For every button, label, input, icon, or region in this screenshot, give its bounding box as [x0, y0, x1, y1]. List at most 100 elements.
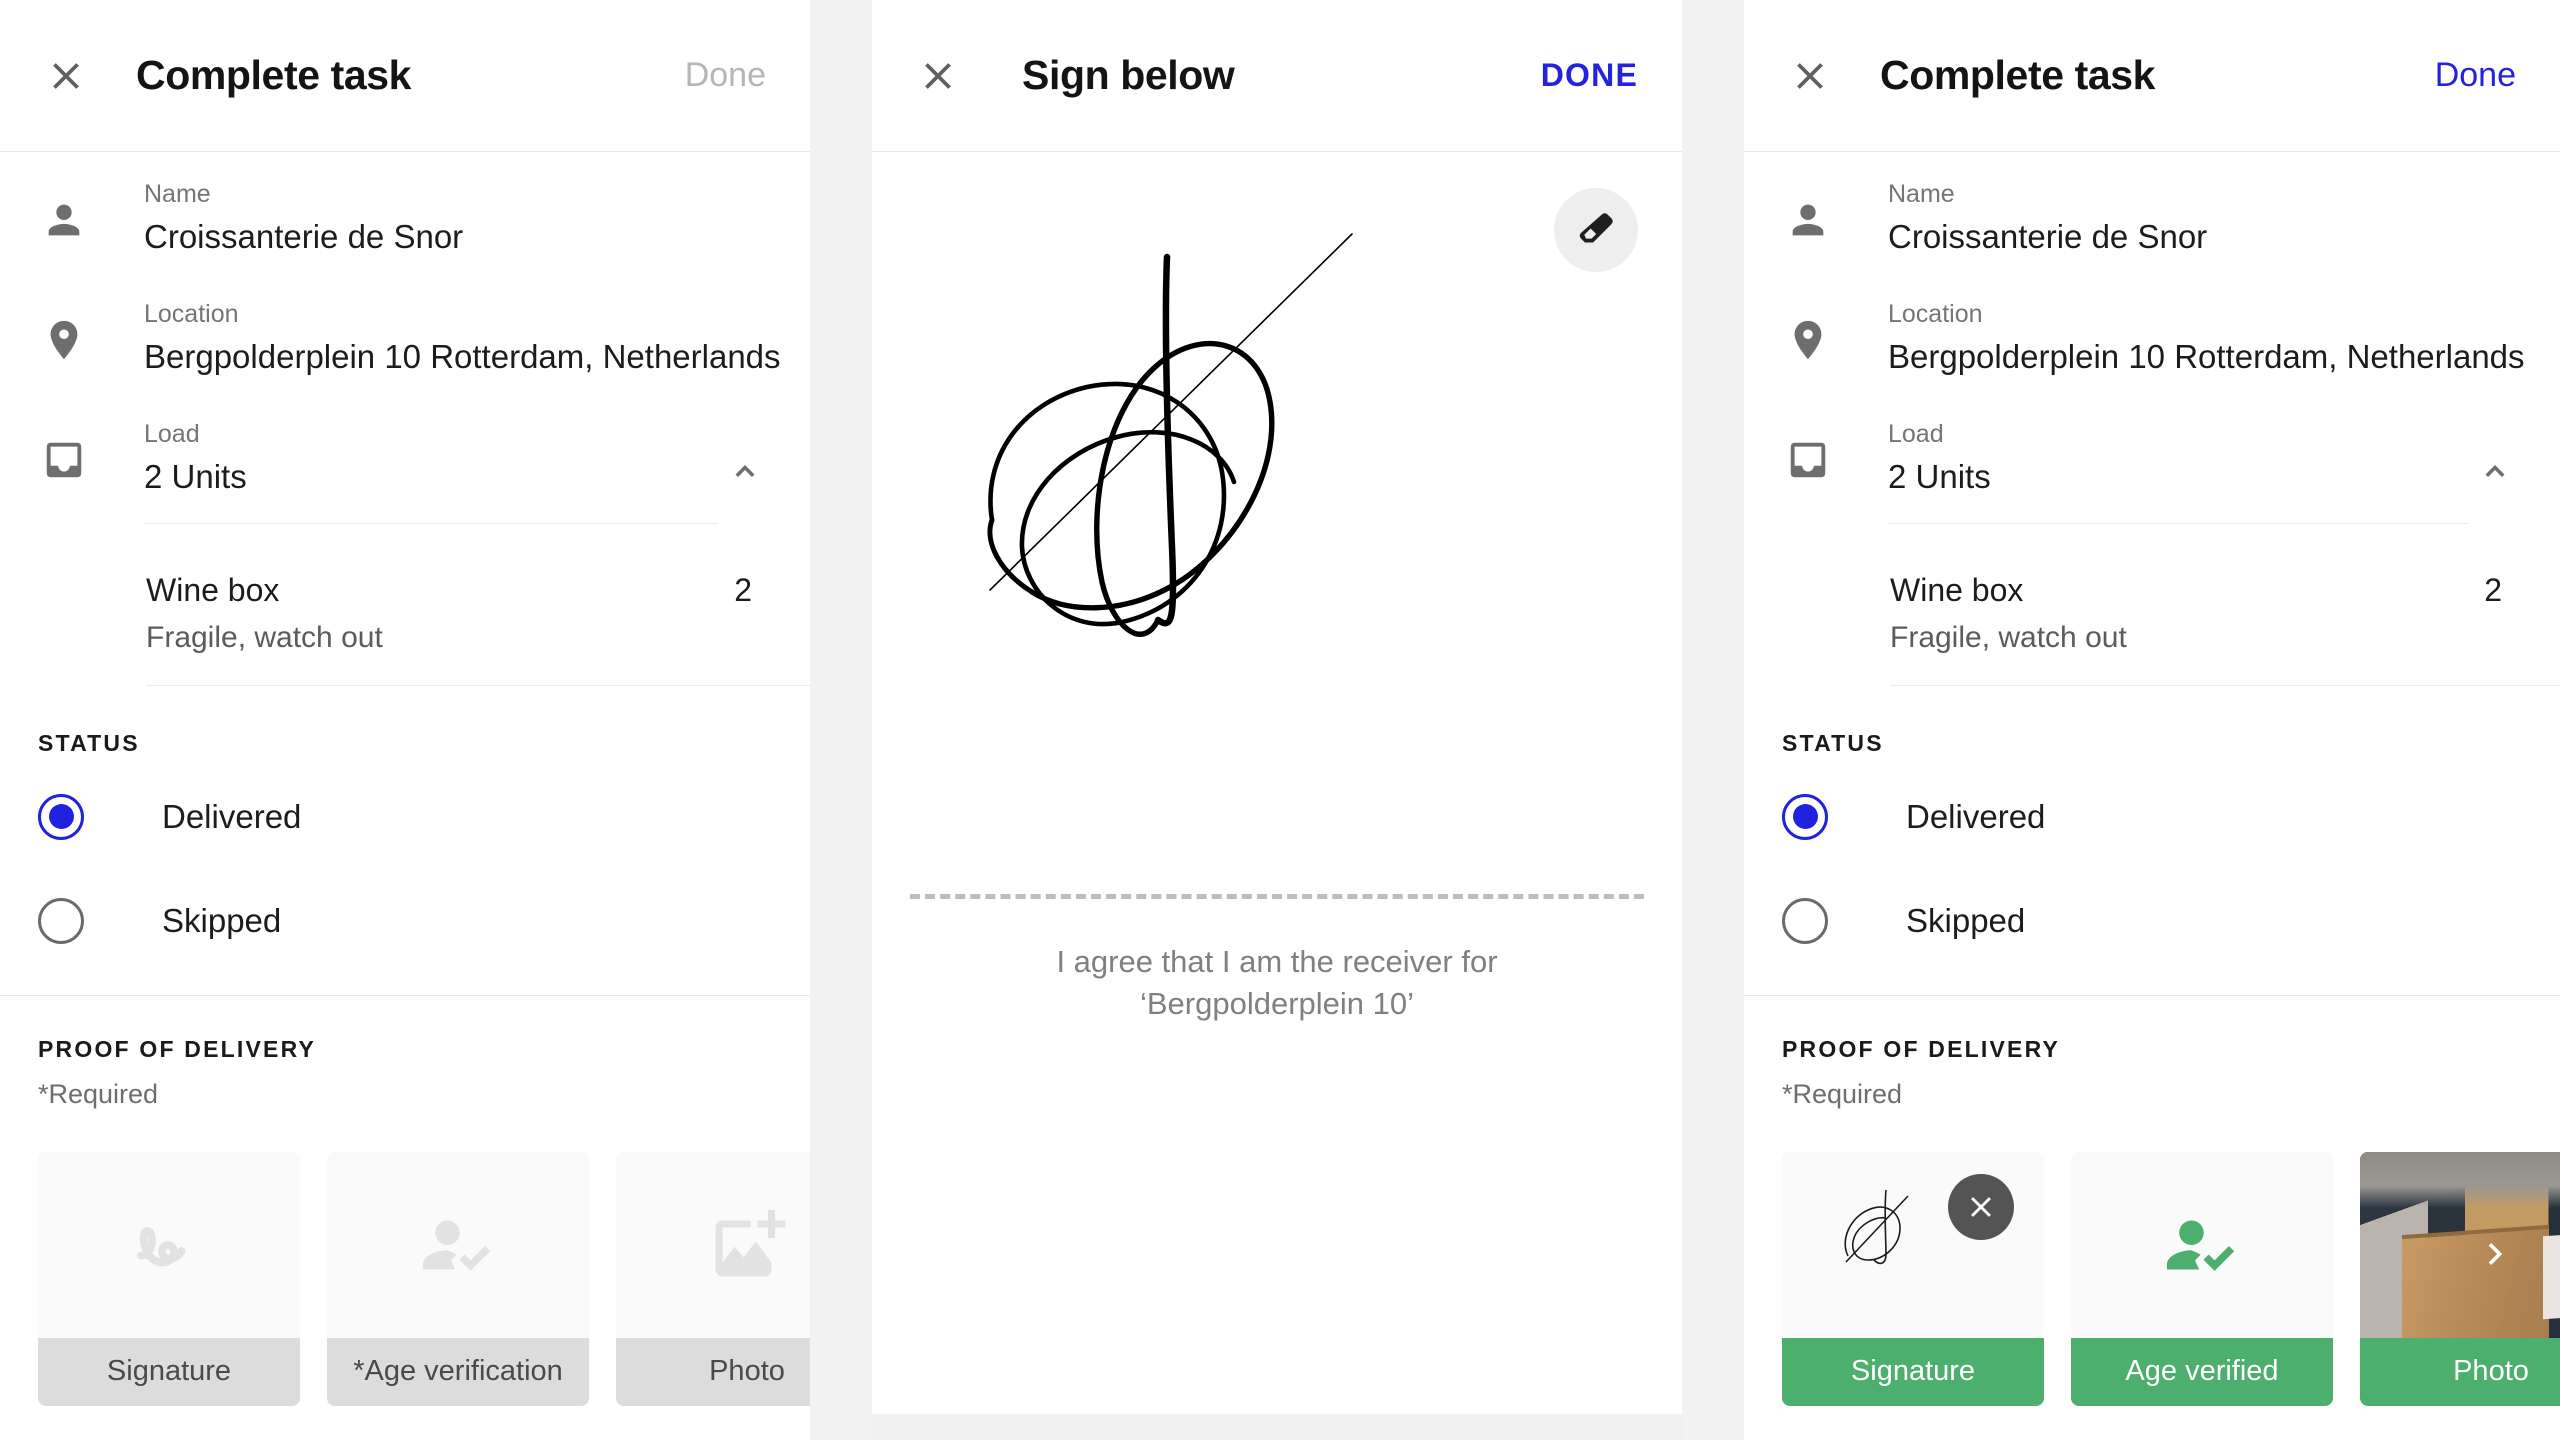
right-panel-header: Complete task Done [1744, 0, 2560, 152]
required-note: *Required [38, 1078, 159, 1109]
age-verify-icon [327, 1151, 589, 1338]
signature-canvas[interactable] [872, 152, 1682, 894]
age-verified-icon [2071, 1151, 2333, 1338]
page-title: Complete task [1880, 52, 2156, 98]
radio-delivered[interactable] [38, 793, 84, 840]
status-section: STATUS Delivered Skipped [1744, 686, 2560, 995]
proof-of-delivery-section: PROOF OF DELIVERY *Required Signature *A… [0, 996, 810, 1406]
proof-section-title: PROOF OF DELIVERY [1782, 1035, 2061, 1062]
detail-row-name: Name Croissanterie de Snor [1744, 152, 2560, 272]
photo-thumbnail-image [2360, 1151, 2560, 1338]
load-value: 2 Units [144, 458, 247, 495]
page-title: Complete task [136, 52, 412, 98]
map-pin-icon [1782, 314, 1834, 366]
proof-tile-signature[interactable]: Signature [38, 1151, 300, 1406]
proof-tile-signature[interactable]: Signature [1782, 1151, 2044, 1406]
proof-tile-signature-label: Signature [1782, 1337, 2044, 1406]
name-label: Name [144, 180, 211, 208]
location-value: Bergpolderplein 10 Rotterdam, Netherland… [144, 338, 781, 375]
load-item-qty: 2 [734, 571, 752, 608]
proof-tile-photo[interactable]: Photo [2360, 1151, 2560, 1406]
proof-tiles: Signature Age verified Photo [1782, 1151, 2560, 1406]
load-item-row: Wine box 2 Fragile, watch out [146, 546, 810, 686]
map-pin-icon [38, 314, 90, 366]
inbox-icon [38, 434, 90, 486]
left-panel-header: Complete task Done [0, 0, 810, 152]
detail-row-name: Name Croissanterie de Snor [0, 152, 810, 272]
photo-wall [2360, 1151, 2560, 1208]
inbox-icon [1782, 434, 1834, 486]
complete-task-panel-initial: Complete task Done Name Croissanterie de… [0, 0, 810, 1440]
radio-skipped[interactable] [38, 897, 84, 944]
radio-skipped-label: Skipped [162, 901, 282, 939]
proof-tile-signature-label: Signature [38, 1337, 300, 1406]
photo-thumbnail [2360, 1151, 2560, 1338]
detail-row-location: Location Bergpolderplein 10 Rotterdam, N… [1744, 272, 2560, 392]
status-option-delivered[interactable]: Delivered [38, 773, 772, 861]
name-value: Croissanterie de Snor [144, 218, 464, 255]
panel-gap-left [810, 0, 872, 1440]
radio-skipped[interactable] [1782, 897, 1828, 944]
radio-skipped-label: Skipped [1906, 901, 2026, 939]
chevron-right-icon[interactable] [2474, 1232, 2518, 1276]
proof-tile-age-verification[interactable]: *Age verification [327, 1151, 589, 1406]
load-label: Load [1888, 420, 1944, 448]
close-icon[interactable] [38, 48, 94, 104]
load-item-note: Fragile, watch out [1890, 620, 2127, 654]
signature-thumb-icon [1782, 1151, 2044, 1338]
proof-of-delivery-section: PROOF OF DELIVERY *Required Signature Ag… [1744, 996, 2560, 1406]
remove-circle-icon[interactable] [1948, 1173, 2014, 1240]
status-option-skipped[interactable]: Skipped [38, 877, 772, 965]
radio-delivered-label: Delivered [162, 797, 302, 835]
status-section-title: STATUS [38, 729, 140, 756]
name-value: Croissanterie de Snor [1888, 218, 2208, 255]
proof-tile-age-verified[interactable]: Age verified [2071, 1151, 2333, 1406]
proof-tile-photo-label: Photo [616, 1337, 810, 1406]
person-icon [38, 194, 90, 246]
middle-panel-header: Sign below DONE [872, 0, 1682, 152]
detail-row-location: Location Bergpolderplein 10 Rotterdam, N… [0, 272, 810, 392]
chevron-up-icon[interactable] [2468, 444, 2522, 498]
done-button[interactable]: Done [2429, 48, 2522, 103]
name-label: Name [1888, 180, 1955, 208]
signature-thumbnail [1844, 1189, 1909, 1265]
location-label: Location [1888, 300, 1983, 328]
location-value: Bergpolderplein 10 Rotterdam, Netherland… [1888, 338, 2525, 375]
status-option-delivered[interactable]: Delivered [1782, 773, 2522, 861]
load-item-name: Wine box [1890, 571, 2024, 608]
proof-tile-age-verified-label: Age verified [2071, 1337, 2333, 1406]
close-icon[interactable] [1782, 48, 1838, 104]
done-button[interactable]: Done [679, 48, 772, 103]
detail-row-load[interactable]: Load 2 Units [0, 392, 810, 546]
load-label: Load [144, 420, 200, 448]
chevron-up-icon[interactable] [718, 444, 772, 498]
proof-tile-photo[interactable]: Photo [616, 1151, 810, 1406]
agreement-text: I agree that I am the receiver for ‘Berg… [1056, 944, 1498, 1021]
close-icon[interactable] [910, 48, 966, 104]
eraser-icon[interactable] [1554, 188, 1638, 272]
screenshot-stage: Complete task Done Name Croissanterie de… [0, 0, 2560, 1440]
radio-delivered[interactable] [1782, 793, 1828, 840]
proof-tiles: Signature *Age verification Photo [38, 1151, 810, 1406]
signature-baseline [910, 894, 1644, 899]
panel-gap-right [1682, 0, 1744, 1440]
signature-icon [38, 1151, 300, 1338]
page-title: Sign below [1022, 52, 1235, 98]
load-item-row: Wine box 2 Fragile, watch out [1890, 546, 2560, 686]
detail-row-load[interactable]: Load 2 Units [1744, 392, 2560, 546]
person-icon [1782, 194, 1834, 246]
status-option-skipped[interactable]: Skipped [1782, 877, 2522, 965]
done-button[interactable]: DONE [1535, 49, 1644, 102]
right-task-details: Name Croissanterie de Snor Location Berg… [1744, 152, 2560, 686]
radio-delivered-label: Delivered [1906, 797, 2046, 835]
load-item-note: Fragile, watch out [146, 620, 383, 654]
load-value: 2 Units [1888, 458, 1991, 495]
proof-section-title: PROOF OF DELIVERY [38, 1035, 317, 1062]
proof-tile-photo-label: Photo [2360, 1337, 2560, 1406]
required-note: *Required [1782, 1078, 1903, 1109]
status-section: STATUS Delivered Skipped [0, 686, 810, 995]
complete-task-panel-completed: Complete task Done Name Croissanterie de… [1744, 0, 2560, 1440]
status-section-title: STATUS [1782, 729, 1884, 756]
add-photo-icon [616, 1151, 810, 1338]
signature-stroke [987, 233, 1353, 637]
